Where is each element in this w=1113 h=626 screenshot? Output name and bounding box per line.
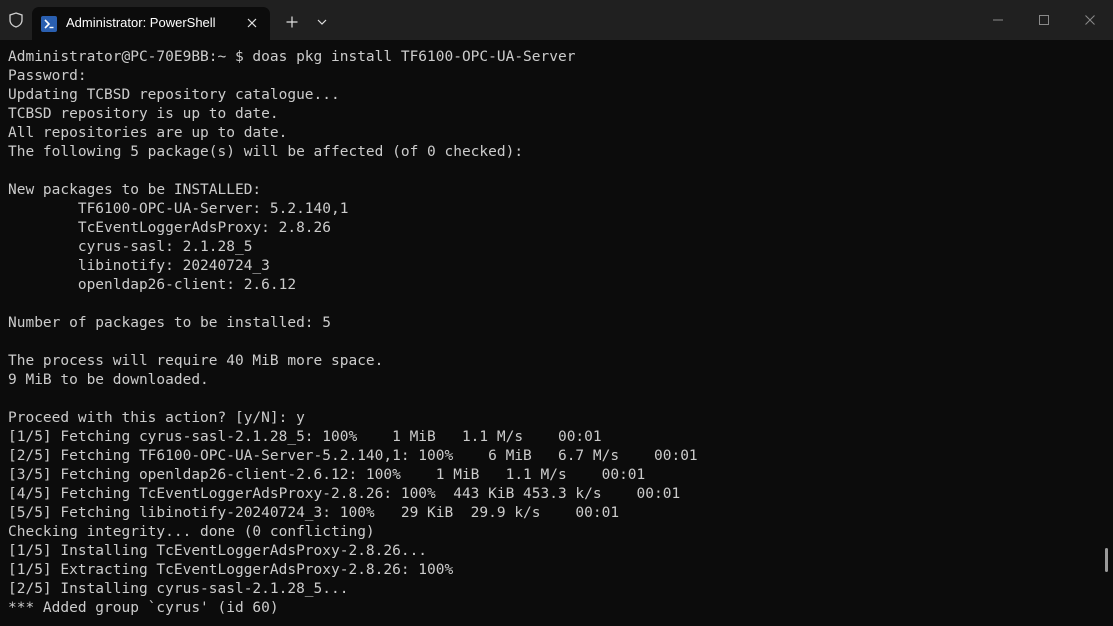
terminal-line: [5/5] Fetching libinotify-20240724_3: 10… xyxy=(8,505,620,521)
terminal-line: [3/5] Fetching openldap26-client-2.6.12:… xyxy=(8,467,646,483)
terminal-line: The following 5 package(s) will be affec… xyxy=(8,144,524,160)
terminal-line: Number of packages to be installed: 5 xyxy=(8,315,332,331)
chevron-down-icon[interactable] xyxy=(312,12,332,32)
maximize-icon[interactable] xyxy=(1021,0,1067,40)
terminal-line: TcEventLoggerAdsProxy: 2.8.26 xyxy=(8,220,332,236)
terminal-output[interactable]: Administrator@PC-70E9BB:~ $ doas pkg ins… xyxy=(8,48,1098,626)
minimize-icon[interactable] xyxy=(975,0,1021,40)
terminal-line: cyrus-sasl: 2.1.28_5 xyxy=(8,239,253,255)
terminal-line: Password: xyxy=(8,68,87,84)
powershell-icon xyxy=(41,16,57,32)
terminal-line: *** Added group `cyrus' (id 60) xyxy=(8,600,279,616)
terminal-line: 9 MiB to be downloaded. xyxy=(8,372,209,388)
terminal-line: [1/5] Extracting TcEventLoggerAdsProxy-2… xyxy=(8,562,454,578)
scrollbar-thumb[interactable] xyxy=(1105,548,1108,572)
terminal-line: openldap26-client: 2.6.12 xyxy=(8,277,297,293)
close-icon[interactable] xyxy=(1067,0,1113,40)
close-icon[interactable] xyxy=(244,15,260,31)
title-bar: Administrator: PowerShell xyxy=(0,0,1113,40)
terminal-line: Administrator@PC-70E9BB:~ $ doas pkg ins… xyxy=(8,49,576,65)
shield-icon xyxy=(8,12,24,28)
terminal-line: The process will require 40 MiB more spa… xyxy=(8,353,384,369)
terminal-line: [1/5] Fetching cyrus-sasl-2.1.28_5: 100%… xyxy=(8,429,602,445)
terminal-line: [4/5] Fetching TcEventLoggerAdsProxy-2.8… xyxy=(8,486,681,502)
terminal-line: libinotify: 20240724_3 xyxy=(8,258,270,274)
terminal-line: TCBSD repository is up to date. xyxy=(8,106,279,122)
tab-powershell[interactable]: Administrator: PowerShell xyxy=(32,7,270,40)
terminal-line: Checking integrity... done (0 conflictin… xyxy=(8,524,375,540)
plus-icon[interactable] xyxy=(280,12,304,32)
terminal-line: Updating TCBSD repository catalogue... xyxy=(8,87,340,103)
terminal-line: TF6100-OPC-UA-Server: 5.2.140,1 xyxy=(8,201,349,217)
terminal-line: All repositories are up to date. xyxy=(8,125,288,141)
tab-title: Administrator: PowerShell xyxy=(66,15,216,30)
terminal-line: [2/5] Installing cyrus-sasl-2.1.28_5... xyxy=(8,581,349,597)
terminal-window: Administrator: PowerShell Administrator@… xyxy=(0,0,1113,626)
terminal-line: [2/5] Fetching TF6100-OPC-UA-Server-5.2.… xyxy=(8,448,698,464)
terminal-line: New packages to be INSTALLED: xyxy=(8,182,262,198)
terminal-line: [1/5] Installing TcEventLoggerAdsProxy-2… xyxy=(8,543,428,559)
terminal-line: Proceed with this action? [y/N]: y xyxy=(8,410,305,426)
